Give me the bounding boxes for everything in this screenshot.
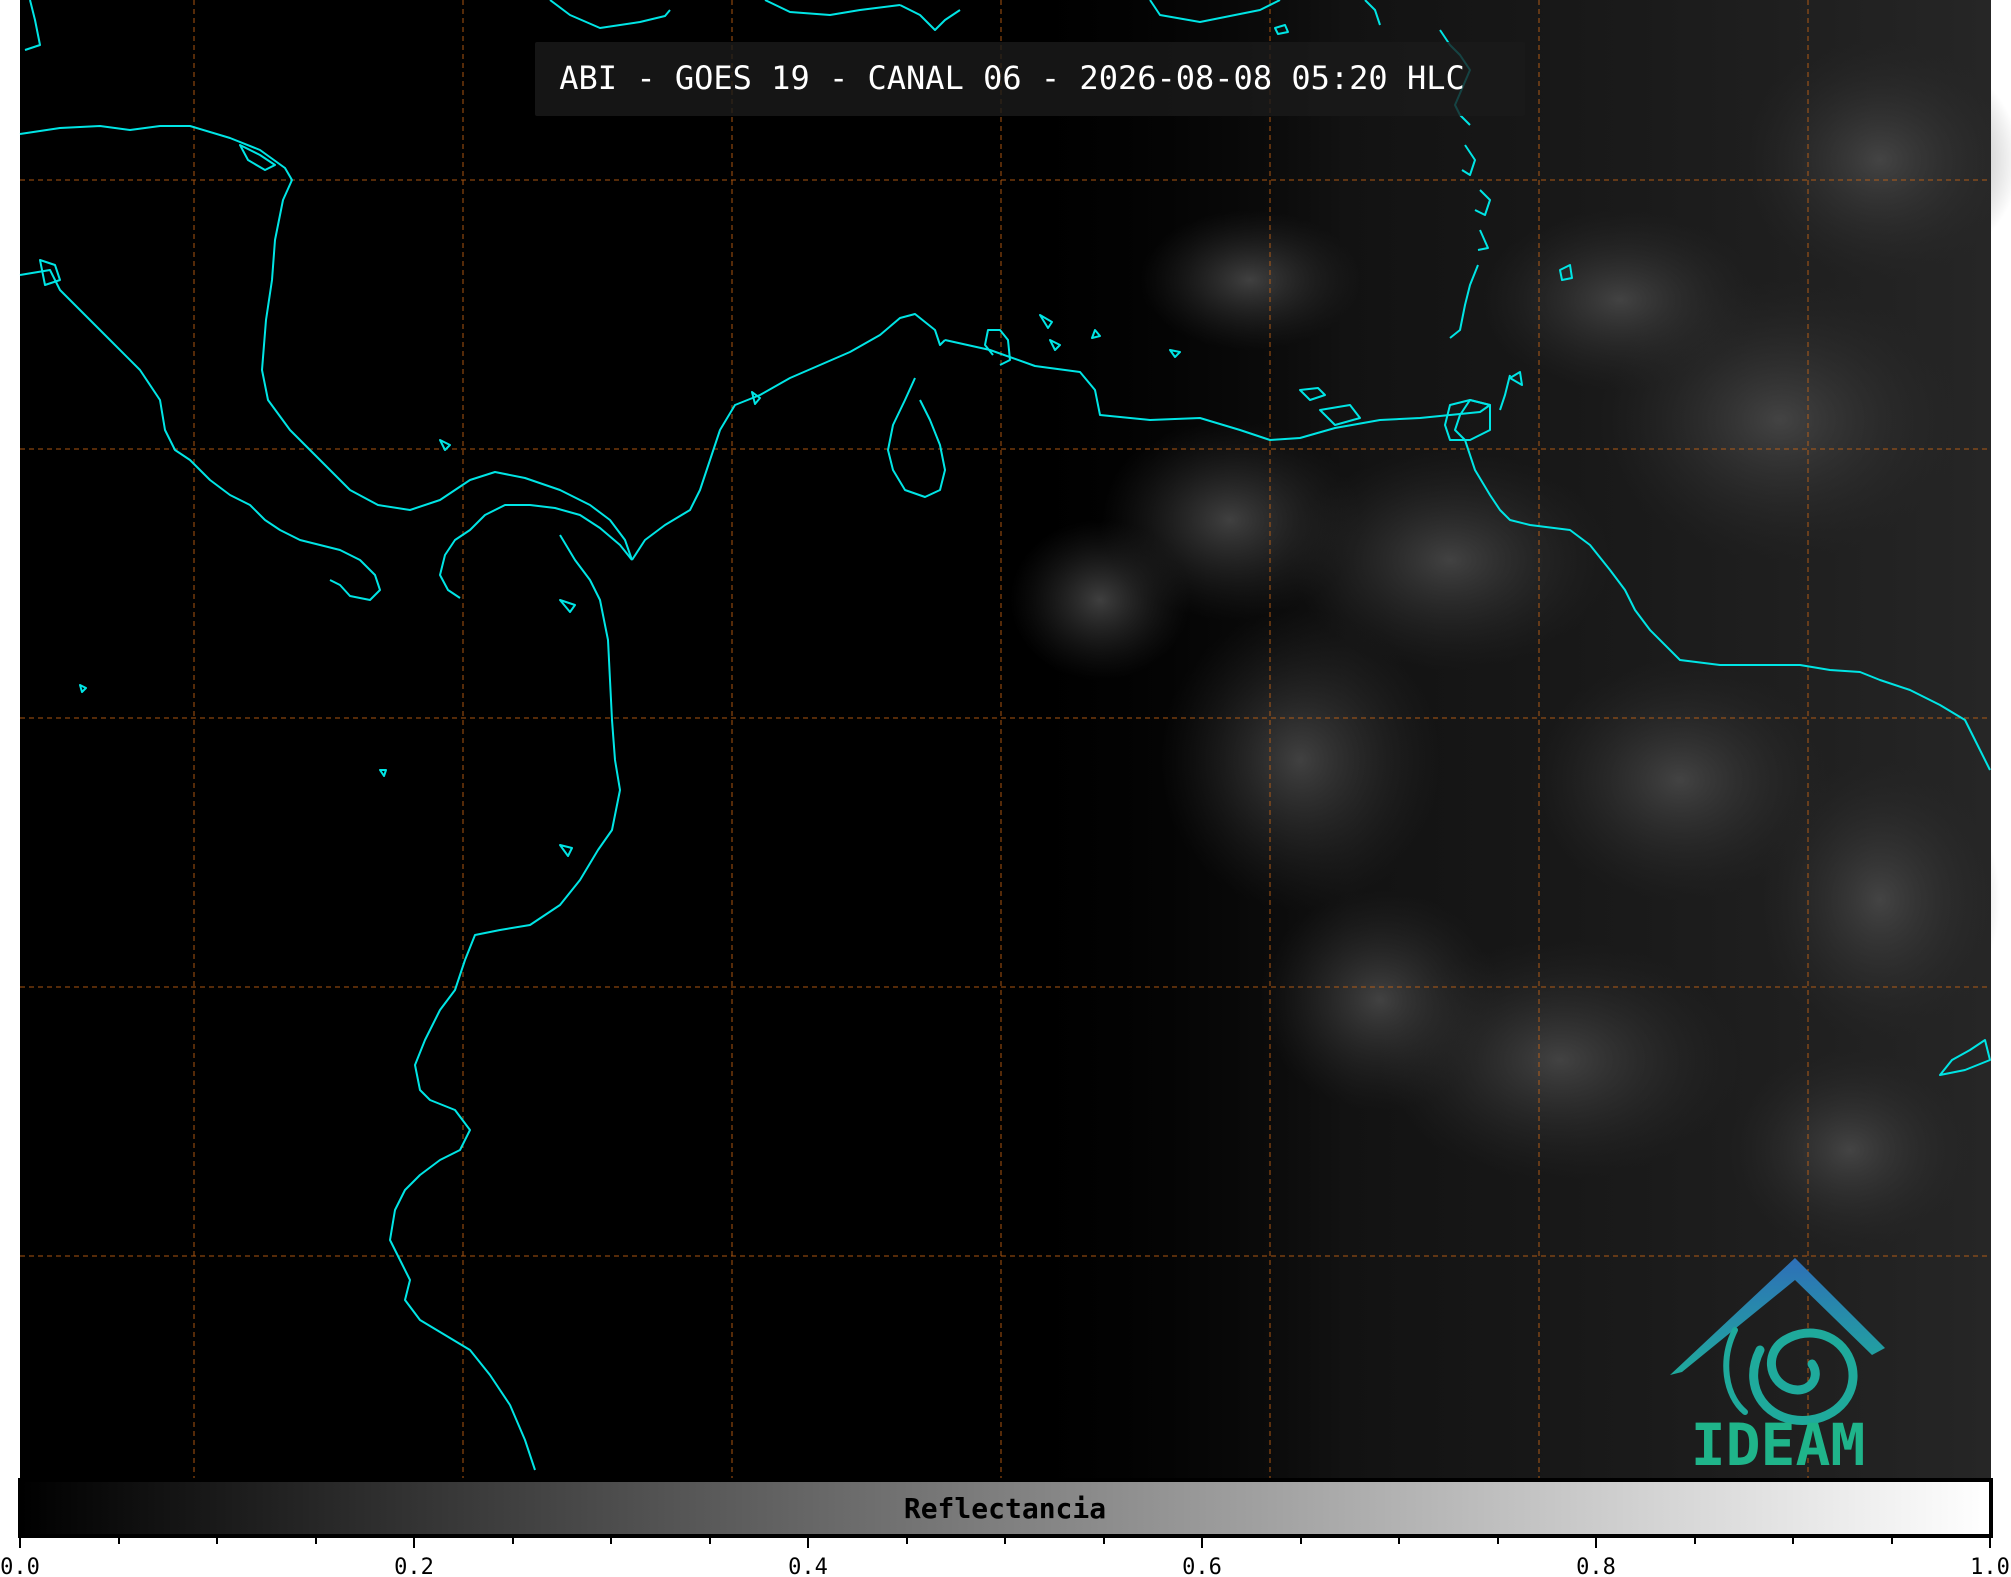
colorbar-tick-label: 0.8 [1576,1555,1616,1577]
colorbar-label: Reflectancia [904,1492,1106,1525]
colorbar-tick-label: 0.4 [788,1555,828,1577]
colorbar-tick-labels: 0.0 0.2 0.4 0.6 0.8 1.0 [0,1555,2010,1577]
title-box: ABI - GOES 19 - CANAL 06 - 2026-08-08 05… [535,42,1525,116]
satellite-map: ABI - GOES 19 - CANAL 06 - 2026-08-08 05… [0,0,2011,1577]
colorbar-tick-label: 0.6 [1182,1555,1222,1577]
map-title: ABI - GOES 19 - CANAL 06 - 2026-08-08 05… [559,59,1464,97]
colorbar-tick-label: 0.0 [0,1555,40,1577]
colorbar: Reflectancia 0.0 0.2 0.4 0.6 0.8 1.0 [0,1478,2010,1577]
logo-text: IDEAM [1691,1411,1866,1479]
colorbar-tick-label: 0.2 [394,1555,434,1577]
colorbar-ticks [19,1536,1991,1548]
colorbar-tick-label: 1.0 [1970,1555,2010,1577]
